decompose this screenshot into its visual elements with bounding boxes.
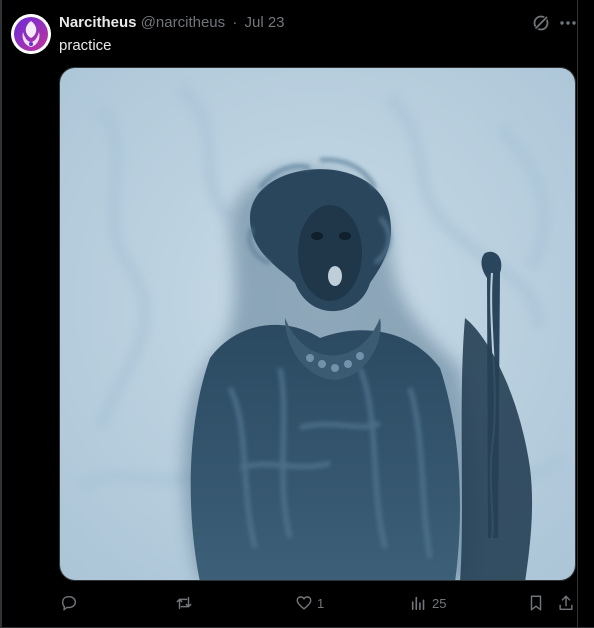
retweet-icon [176, 596, 192, 610]
views-count: 25 [432, 595, 447, 611]
separator-dot: · [232, 14, 238, 31]
grok-button[interactable] [531, 13, 551, 33]
reply-icon [61, 595, 77, 611]
share-button[interactable] [557, 592, 575, 614]
bookmark-icon [530, 595, 542, 611]
avatar-logo-icon [11, 14, 51, 54]
like-count: 1 [317, 595, 325, 611]
tweet-header: Narcitheus @narcitheus · Jul 23 [59, 14, 285, 32]
more-options-button[interactable] [558, 13, 578, 33]
tweet-text: practice [59, 37, 112, 54]
author-name[interactable]: Narcitheus [59, 14, 137, 31]
like-button[interactable]: 1 [295, 592, 324, 614]
views-button[interactable]: 25 [410, 592, 446, 614]
frame-border-right [577, 0, 578, 628]
frame-border-left [0, 0, 2, 628]
grok-icon [533, 15, 549, 31]
tweet-media[interactable] [59, 67, 576, 581]
views-icon [411, 596, 425, 611]
retweet-button[interactable] [175, 592, 197, 614]
share-icon [559, 595, 573, 611]
avatar[interactable] [11, 14, 51, 54]
painting-image [60, 68, 575, 580]
reply-button[interactable] [60, 592, 82, 614]
more-horizontal-icon [560, 21, 576, 25]
bookmark-button[interactable] [527, 592, 545, 614]
tweet-actions: 1 25 [0, 592, 594, 616]
tweet-date[interactable]: Jul 23 [244, 14, 284, 31]
author-handle[interactable]: @narcitheus [141, 14, 225, 31]
heart-icon [296, 596, 312, 610]
